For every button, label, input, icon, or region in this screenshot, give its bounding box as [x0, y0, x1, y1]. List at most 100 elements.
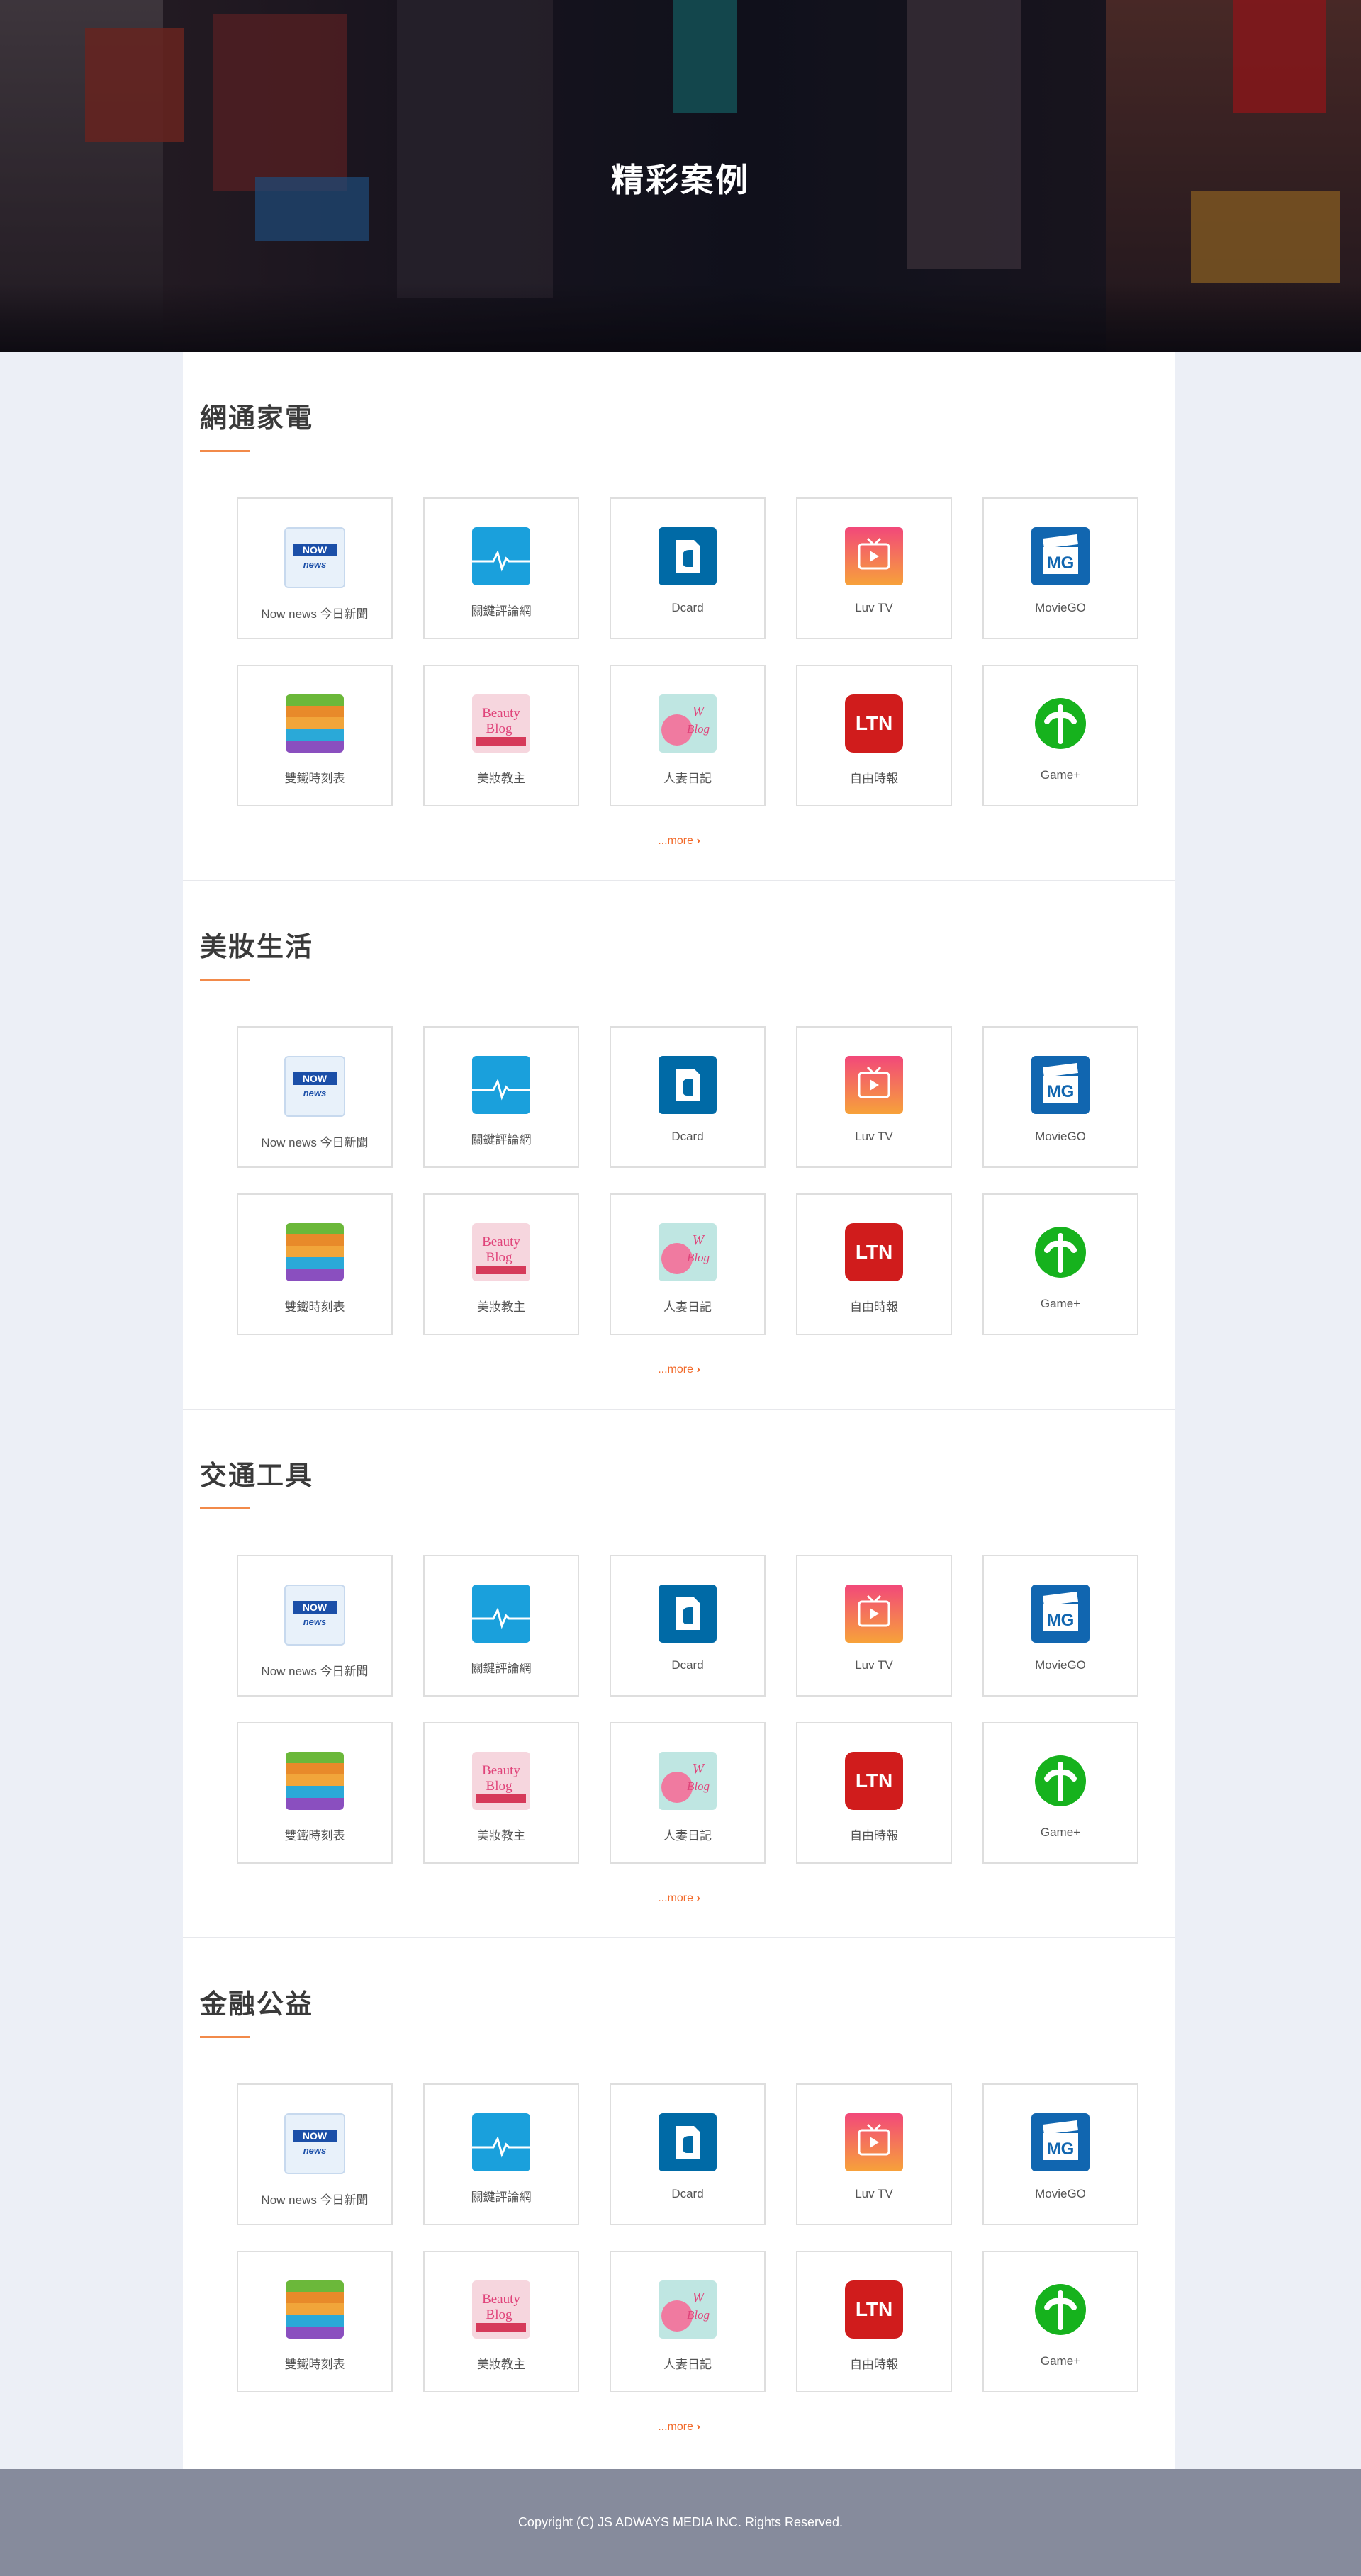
app-card[interactable]: Luv TV — [796, 2083, 952, 2225]
app-label: Game+ — [1040, 2354, 1081, 2368]
railway-icon — [286, 1223, 344, 1281]
app-card[interactable]: MG MovieGO — [982, 1026, 1138, 1168]
app-label: Now news 今日新聞 — [261, 2193, 369, 2207]
svg-text:MG: MG — [1047, 1082, 1075, 1101]
app-label: Now news 今日新聞 — [261, 607, 369, 621]
case-section: 美妝生活 NOW news Now news 今日新聞 關鍵評論網 Dcard … — [183, 881, 1175, 1410]
app-label: 美妝教主 — [477, 1829, 525, 1843]
app-label: 人妻日記 — [663, 772, 712, 785]
section-title-underline — [200, 979, 250, 981]
app-card[interactable]: LTN 自由時報 — [796, 1722, 952, 1864]
pulse-icon — [472, 527, 530, 585]
more-link[interactable]: ...more › — [183, 1892, 1175, 1905]
app-card[interactable]: Game+ — [982, 2251, 1138, 2392]
ltn-icon: LTN — [845, 1223, 903, 1281]
app-grid: NOW news Now news 今日新聞 關鍵評論網 Dcard Luv T… — [237, 497, 1141, 806]
app-label: 雙鐵時刻表 — [284, 2358, 345, 2371]
app-card[interactable]: MG MovieGO — [982, 1555, 1138, 1697]
app-label: 美妝教主 — [477, 1300, 525, 1314]
app-grid: NOW news Now news 今日新聞 關鍵評論網 Dcard Luv T… — [237, 1555, 1141, 1864]
svg-text:LTN: LTN — [856, 2298, 892, 2320]
app-card[interactable]: W Blog 人妻日記 — [610, 665, 766, 806]
svg-text:NOW: NOW — [303, 544, 327, 556]
gameplus-icon — [1031, 2280, 1090, 2339]
more-link[interactable]: ...more › — [183, 1363, 1175, 1376]
svg-text:news: news — [303, 1088, 327, 1098]
app-label: MovieGO — [1035, 1658, 1086, 1672]
app-label: 自由時報 — [850, 772, 898, 785]
chevron-right-icon: › — [693, 1363, 700, 1376]
wblog-icon: W Blog — [659, 694, 717, 753]
nownews-icon: NOW news — [284, 1585, 345, 1646]
app-label: Luv TV — [855, 601, 893, 614]
app-card[interactable]: 雙鐵時刻表 — [237, 1722, 393, 1864]
app-card[interactable]: Game+ — [982, 1193, 1138, 1335]
app-card[interactable]: LTN 自由時報 — [796, 2251, 952, 2392]
app-card[interactable]: W Blog 人妻日記 — [610, 1722, 766, 1864]
app-card[interactable]: Luv TV — [796, 1555, 952, 1697]
app-card[interactable]: Beauty Blog 美妝教主 — [423, 1193, 579, 1335]
more-link[interactable]: ...more › — [183, 835, 1175, 848]
luvtv-icon — [845, 1056, 903, 1114]
ltn-icon: LTN — [845, 1752, 903, 1810]
app-card[interactable]: Luv TV — [796, 1026, 952, 1168]
section-title-underline — [200, 450, 250, 452]
app-card[interactable]: 關鍵評論網 — [423, 497, 579, 639]
railway-icon — [286, 694, 344, 753]
dcard-icon — [659, 2113, 717, 2171]
case-section: 金融公益 NOW news Now news 今日新聞 關鍵評論網 Dcard … — [183, 1938, 1175, 2467]
app-card[interactable]: W Blog 人妻日記 — [610, 1193, 766, 1335]
app-card[interactable]: Beauty Blog 美妝教主 — [423, 2251, 579, 2392]
luvtv-icon — [845, 2113, 903, 2171]
app-card[interactable]: Luv TV — [796, 497, 952, 639]
app-card[interactable]: Dcard — [610, 497, 766, 639]
ltn-icon: LTN — [845, 2280, 903, 2339]
app-card[interactable]: 雙鐵時刻表 — [237, 665, 393, 806]
app-card[interactable]: NOW news Now news 今日新聞 — [237, 1026, 393, 1168]
app-card[interactable]: 雙鐵時刻表 — [237, 2251, 393, 2392]
app-card[interactable]: Game+ — [982, 1722, 1138, 1864]
app-card[interactable]: 關鍵評論網 — [423, 1555, 579, 1697]
svg-text:Blog: Blog — [486, 1250, 513, 1265]
app-card[interactable]: Beauty Blog 美妝教主 — [423, 665, 579, 806]
app-label: Dcard — [671, 601, 704, 614]
gameplus-icon — [1031, 694, 1090, 753]
app-card[interactable]: W Blog 人妻日記 — [610, 2251, 766, 2392]
svg-text:Beauty: Beauty — [482, 706, 520, 721]
svg-text:Blog: Blog — [486, 1779, 513, 1794]
app-card[interactable]: MG MovieGO — [982, 2083, 1138, 2225]
app-card[interactable]: 關鍵評論網 — [423, 2083, 579, 2225]
app-card[interactable]: NOW news Now news 今日新聞 — [237, 1555, 393, 1697]
railway-icon — [286, 2280, 344, 2339]
railway-icon — [286, 1752, 344, 1810]
pulse-icon — [472, 2113, 530, 2171]
app-card[interactable]: LTN 自由時報 — [796, 1193, 952, 1335]
more-link-label: ...more — [658, 1363, 693, 1376]
app-card[interactable]: 關鍵評論網 — [423, 1026, 579, 1168]
app-card[interactable]: MG MovieGO — [982, 497, 1138, 639]
dcard-icon — [659, 1585, 717, 1643]
svg-text:Blog: Blog — [687, 722, 710, 736]
moviego-icon: MG — [1031, 1585, 1090, 1643]
section-title: 網通家電 — [200, 404, 314, 434]
app-card[interactable]: Dcard — [610, 1555, 766, 1697]
app-card[interactable]: Dcard — [610, 2083, 766, 2225]
app-label: 關鍵評論網 — [471, 2190, 532, 2204]
app-card[interactable]: LTN 自由時報 — [796, 665, 952, 806]
more-link[interactable]: ...more › — [183, 2421, 1175, 2434]
app-card[interactable]: NOW news Now news 今日新聞 — [237, 497, 393, 639]
app-card[interactable]: 雙鐵時刻表 — [237, 1193, 393, 1335]
app-card[interactable]: Dcard — [610, 1026, 766, 1168]
chevron-right-icon: › — [693, 835, 700, 847]
app-card[interactable]: Game+ — [982, 665, 1138, 806]
section-title: 金融公益 — [200, 1990, 314, 2020]
nownews-icon: NOW news — [284, 527, 345, 588]
app-card[interactable]: Beauty Blog 美妝教主 — [423, 1722, 579, 1864]
gameplus-icon — [1031, 1223, 1090, 1281]
app-card[interactable]: NOW news Now news 今日新聞 — [237, 2083, 393, 2225]
case-section: 交通工具 NOW news Now news 今日新聞 關鍵評論網 Dcard … — [183, 1410, 1175, 1938]
pulse-icon — [472, 1585, 530, 1643]
svg-text:Beauty: Beauty — [482, 1234, 520, 1249]
app-label: MovieGO — [1035, 1130, 1086, 1143]
svg-text:Beauty: Beauty — [482, 1763, 520, 1778]
